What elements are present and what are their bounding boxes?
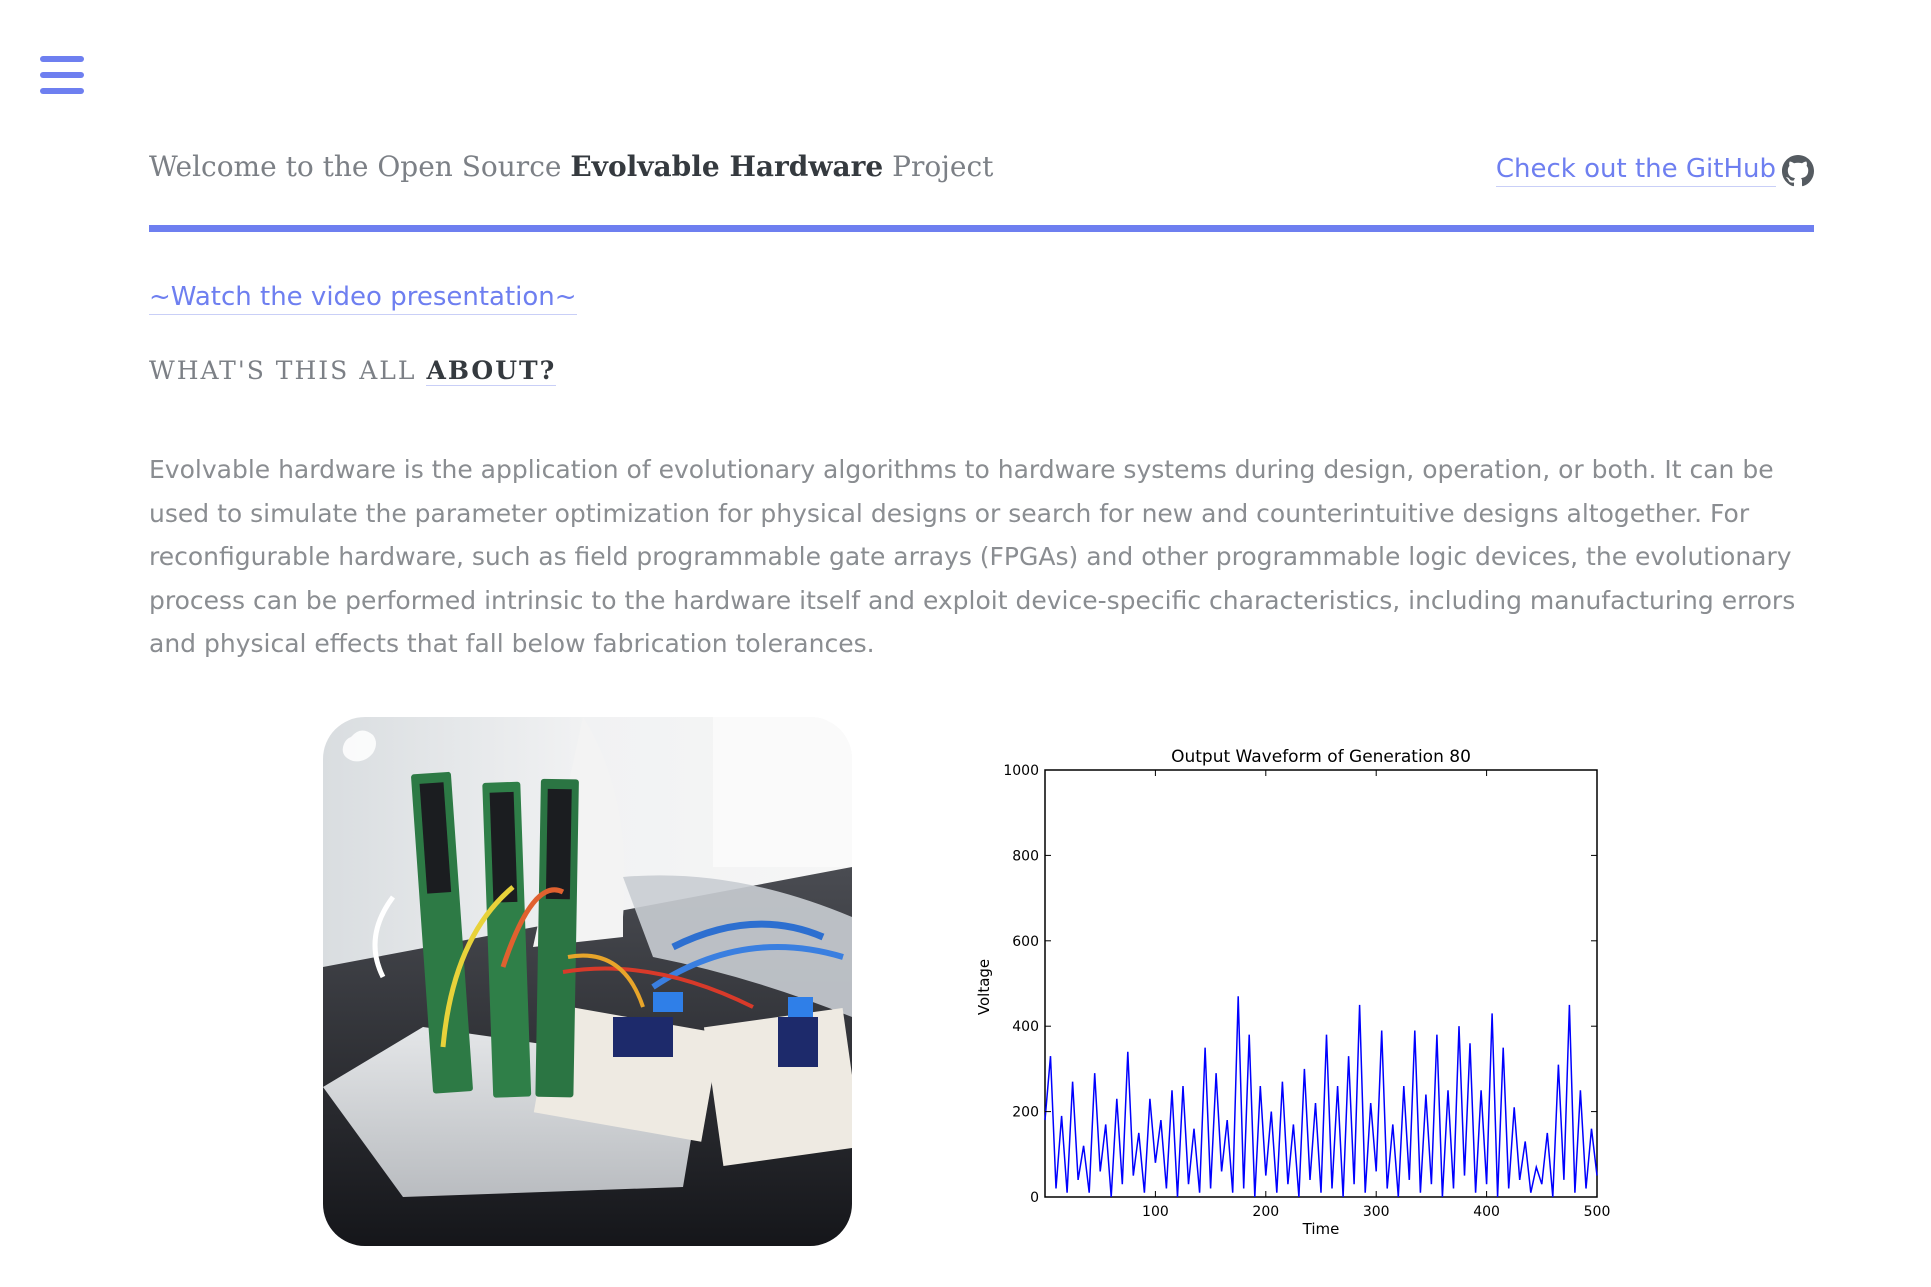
hamburger-menu-icon[interactable]: [40, 56, 84, 96]
chart-x-axis-label: Time: [1302, 1220, 1340, 1238]
github-link-label: Check out the GitHub: [1495, 154, 1776, 187]
page-header: Welcome to the Open Source Evolvable Har…: [149, 140, 1814, 192]
chart-y-tick-label: 400: [1012, 1019, 1039, 1035]
menu-bar: [40, 88, 84, 94]
github-icon: [1782, 154, 1814, 186]
github-link[interactable]: Check out the GitHub: [1495, 154, 1814, 187]
section-heading-prefix: WHAT'S THIS ALL: [149, 356, 427, 385]
video-presentation-link[interactable]: ~Watch the video presentation~: [149, 282, 577, 315]
chart-y-axis-label: Voltage: [975, 959, 993, 1015]
chart-y-tick-label: 800: [1012, 848, 1039, 864]
menu-bar: [40, 72, 84, 78]
about-paragraph: Evolvable hardware is the application of…: [149, 455, 1796, 658]
chart-x-tick-label: 500: [1584, 1204, 1611, 1220]
section-heading-bold: ABOUT?: [426, 356, 557, 386]
title-suffix: Project: [883, 150, 994, 183]
chart-plot-frame: [1044, 769, 1598, 1198]
chart-x-tick-label: 400: [1473, 1204, 1500, 1220]
evolvable-hardware-rig-photo: [323, 717, 852, 1246]
chart-series-line-0: [1044, 996, 1598, 1198]
chart-y-tick-label: 600: [1012, 934, 1039, 950]
waveform-chart-svg: Output Waveform of Generation 80 Time Vo…: [975, 747, 1611, 1238]
chart-y-tick-label: 0: [1030, 1190, 1039, 1206]
page-title: Welcome to the Open Source Evolvable Har…: [149, 150, 993, 183]
header-divider: [149, 225, 1814, 232]
waveform-chart: Output Waveform of Generation 80 Time Vo…: [966, 740, 1620, 1240]
chart-y-tick-label: 200: [1012, 1105, 1039, 1121]
chart-x-tick-label: 200: [1252, 1204, 1279, 1220]
chart-title: Output Waveform of Generation 80: [1171, 747, 1471, 767]
section-heading-about: WHAT'S THIS ALL ABOUT?: [149, 356, 557, 386]
title-bold: Evolvable Hardware: [570, 150, 884, 183]
chart-x-tick-label: 100: [1142, 1204, 1169, 1220]
menu-bar: [40, 56, 84, 62]
chart-y-tick-label: 1000: [1003, 763, 1039, 779]
title-prefix: Welcome to the Open Source: [149, 150, 571, 183]
chart-x-tick-label: 300: [1363, 1204, 1390, 1220]
